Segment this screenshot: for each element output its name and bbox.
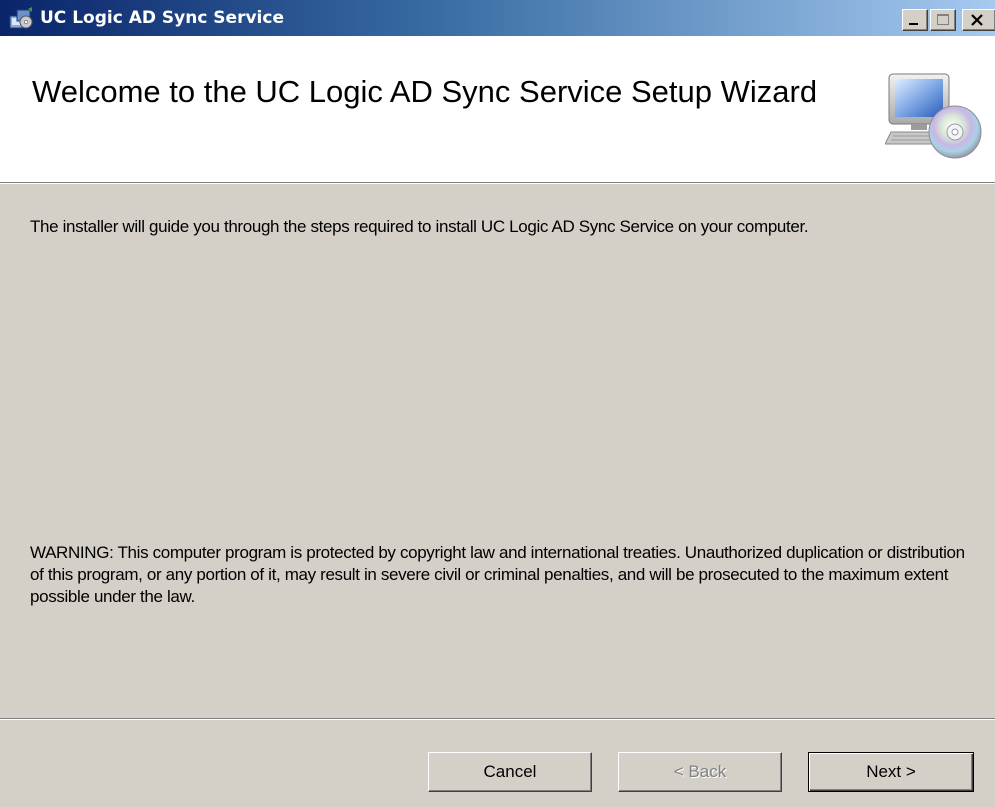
footer-divider-highlight — [0, 719, 995, 720]
minimize-button[interactable] — [902, 9, 928, 31]
next-button[interactable]: Next > — [808, 752, 974, 792]
minimize-icon — [909, 23, 918, 25]
computer-cd-icon — [884, 70, 989, 162]
close-button[interactable] — [962, 9, 995, 31]
header-banner: Welcome to the UC Logic AD Sync Service … — [0, 36, 995, 182]
header-divider-highlight — [0, 183, 995, 184]
back-button[interactable]: < Back — [618, 752, 782, 792]
installer-icon[interactable] — [8, 6, 34, 30]
page-title: Welcome to the UC Logic AD Sync Service … — [32, 74, 818, 109]
maximize-icon — [937, 14, 949, 25]
setup-wizard-window: UC Logic AD Sync Service Welcome to the … — [0, 0, 995, 807]
window-title: UC Logic AD Sync Service — [40, 8, 284, 28]
close-icon — [971, 14, 983, 26]
intro-text: The installer will guide you through the… — [30, 217, 809, 236]
cancel-button[interactable]: Cancel — [428, 752, 592, 792]
title-bar[interactable]: UC Logic AD Sync Service — [0, 0, 995, 36]
maximize-button[interactable] — [930, 9, 956, 31]
copyright-warning: WARNING: This computer program is protec… — [30, 543, 965, 606]
